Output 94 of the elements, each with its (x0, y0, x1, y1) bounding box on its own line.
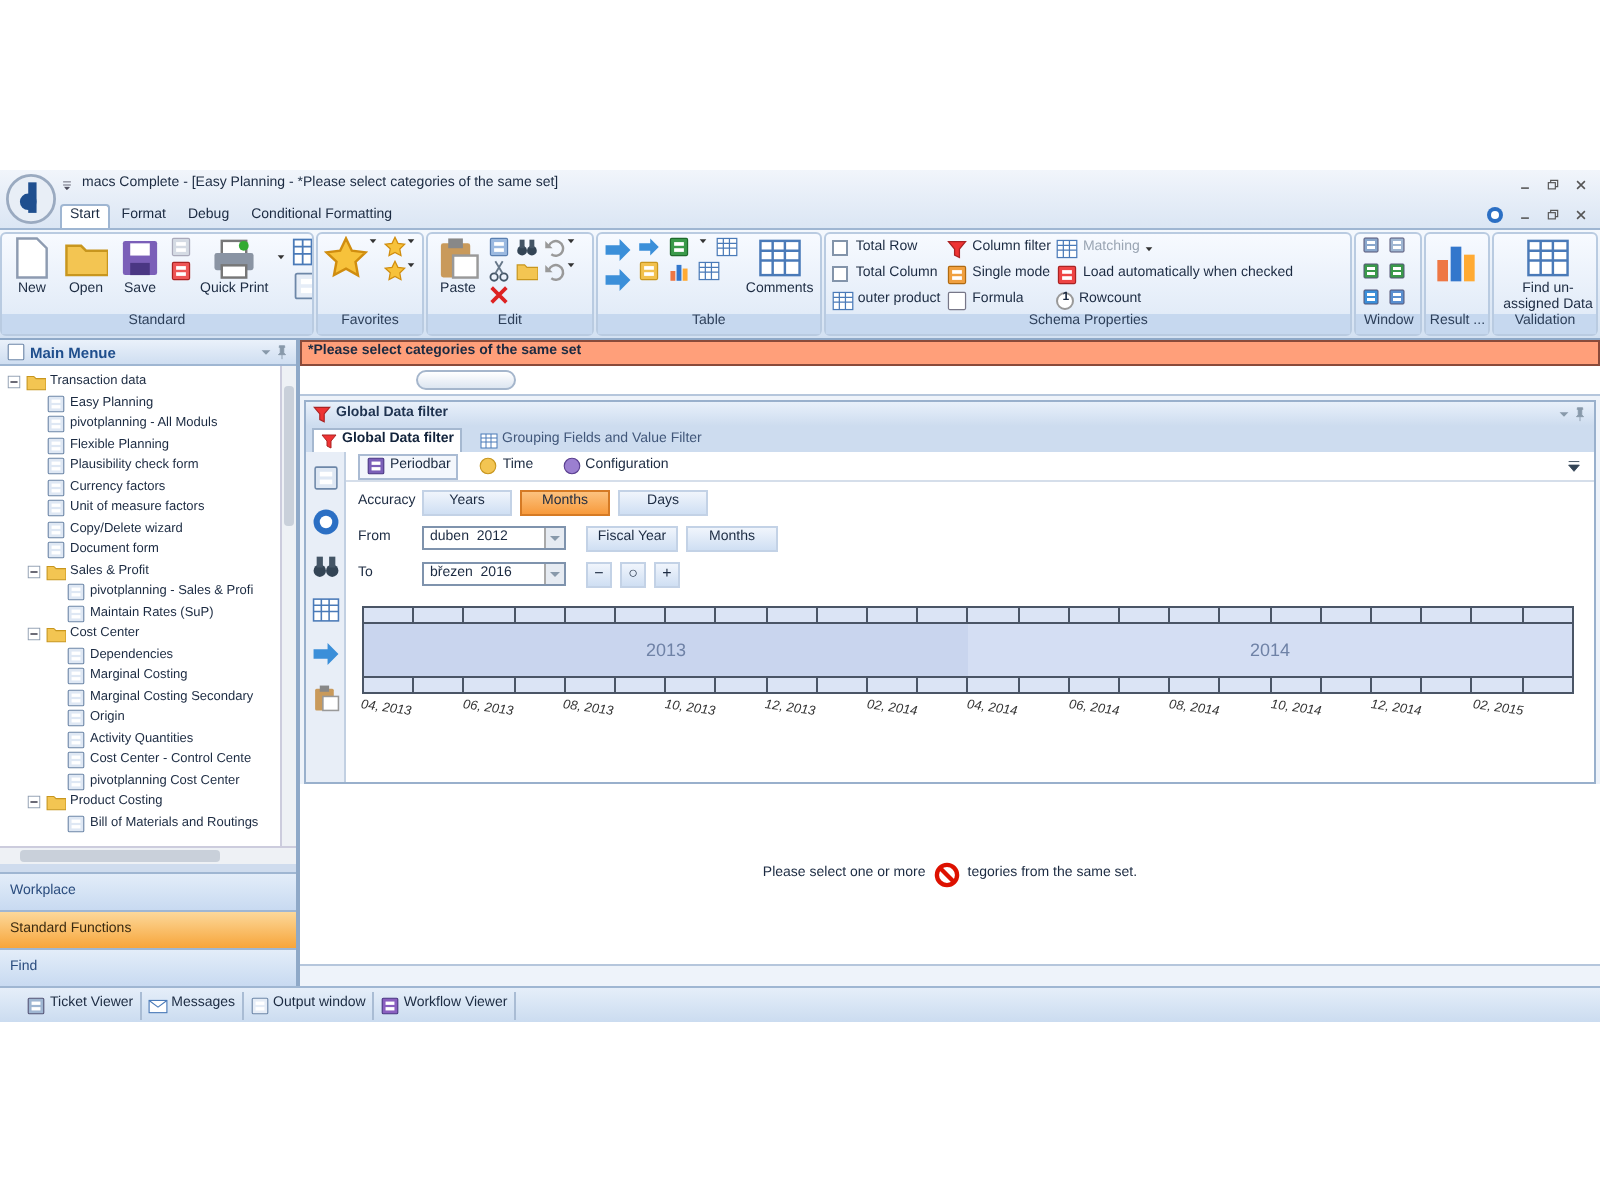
caret-icon (368, 236, 378, 246)
window-icon (6, 342, 26, 362)
form-icon[interactable] (637, 260, 660, 282)
star-icon[interactable] (384, 260, 406, 282)
document-icon (10, 236, 54, 280)
window-icon (249, 995, 270, 1015)
clipboard-icon (436, 236, 480, 280)
star-icon[interactable] (324, 236, 368, 280)
grid-icon[interactable] (715, 236, 738, 258)
form-icon (46, 477, 66, 498)
clock-icon (478, 456, 499, 476)
vertical-scrollbar[interactable] (280, 366, 296, 846)
grid-icon (1526, 236, 1570, 280)
app-logo[interactable] (5, 174, 55, 224)
folder-icon (46, 792, 66, 813)
filter-icon (946, 237, 969, 259)
step-button[interactable]: + (654, 561, 680, 587)
form-icon (66, 750, 86, 771)
form-icon (66, 603, 86, 624)
window-icon[interactable] (1388, 262, 1407, 280)
folder-icon (46, 561, 66, 582)
restore-icon[interactable] (1546, 207, 1560, 221)
form-icon (66, 771, 86, 792)
form-icon (66, 666, 86, 687)
arrow-icon[interactable] (603, 266, 632, 294)
form-icon (66, 813, 86, 834)
caret-icon (276, 252, 287, 262)
grid-icon (757, 236, 802, 280)
grid-icon (831, 289, 854, 311)
spreadsheet-icon[interactable] (667, 236, 690, 258)
year-label: 2013 (645, 639, 687, 661)
quick-access-icon[interactable] (60, 178, 74, 192)
window-icon[interactable] (1388, 288, 1407, 306)
grid-icon[interactable] (697, 260, 720, 282)
grid-icon[interactable] (311, 596, 339, 624)
scroll-handle[interactable] (416, 370, 516, 390)
prohibited-icon (933, 861, 960, 887)
checkbox[interactable] (831, 266, 848, 282)
form-icon (46, 414, 66, 435)
caret-icon (566, 260, 576, 270)
close-icon[interactable] (1574, 207, 1588, 221)
form-icon (46, 519, 66, 540)
caret-icon (1143, 243, 1154, 253)
form-icon (66, 687, 86, 708)
printer-icon (212, 236, 257, 280)
bar-chart-icon[interactable] (667, 260, 690, 282)
restore-icon[interactable] (1546, 178, 1560, 192)
caret-icon (406, 236, 416, 246)
collapse-icon[interactable] (26, 794, 42, 811)
window-icon[interactable] (1362, 236, 1381, 254)
form-icon (946, 263, 969, 285)
collapse-icon[interactable] (26, 626, 42, 643)
caret-icon (566, 236, 576, 246)
form-icon (46, 393, 66, 414)
collapse-icon[interactable] (6, 374, 22, 391)
caret-icon (697, 236, 708, 246)
help-icon[interactable] (1486, 205, 1504, 223)
form-icon (66, 582, 86, 603)
grid-icon (480, 431, 499, 449)
close-icon[interactable] (1574, 178, 1588, 192)
caret-icon (406, 260, 416, 270)
arrow-icon[interactable] (311, 640, 339, 668)
window-icon[interactable] (1388, 236, 1407, 254)
folder-icon (26, 372, 46, 393)
arrow-icon[interactable] (637, 236, 660, 258)
form-icon (46, 498, 66, 519)
arrow-icon[interactable] (603, 236, 632, 264)
collapse-icon[interactable] (26, 563, 42, 580)
form-icon (66, 645, 86, 666)
step-button[interactable]: ○ (620, 561, 646, 587)
dropdown-icon[interactable] (1566, 458, 1582, 474)
step-button[interactable]: − (586, 561, 612, 587)
folder-icon (46, 624, 66, 645)
clipboard-icon[interactable] (311, 684, 339, 712)
form-icon (66, 708, 86, 729)
gear-icon (561, 456, 582, 476)
form-icon (46, 435, 66, 456)
binoculars-icon[interactable] (516, 236, 538, 258)
form-icon (66, 729, 86, 750)
star-icon[interactable] (384, 236, 406, 258)
pin-icon[interactable] (274, 344, 290, 360)
window-icon[interactable] (1362, 288, 1381, 306)
cut-icon[interactable] (488, 260, 510, 282)
window-icon[interactable] (1362, 262, 1381, 280)
splitter-grip[interactable] (0, 864, 296, 872)
envelope-icon (147, 995, 168, 1015)
grid-icon (1056, 237, 1079, 259)
pin-icon[interactable] (1572, 406, 1588, 422)
horizontal-scrollbar[interactable] (0, 846, 296, 864)
binoculars-icon[interactable] (311, 552, 339, 580)
form-icon (46, 540, 66, 561)
checkbox[interactable] (831, 240, 848, 256)
form-icon (46, 456, 66, 477)
year-label: 2014 (1249, 639, 1291, 661)
